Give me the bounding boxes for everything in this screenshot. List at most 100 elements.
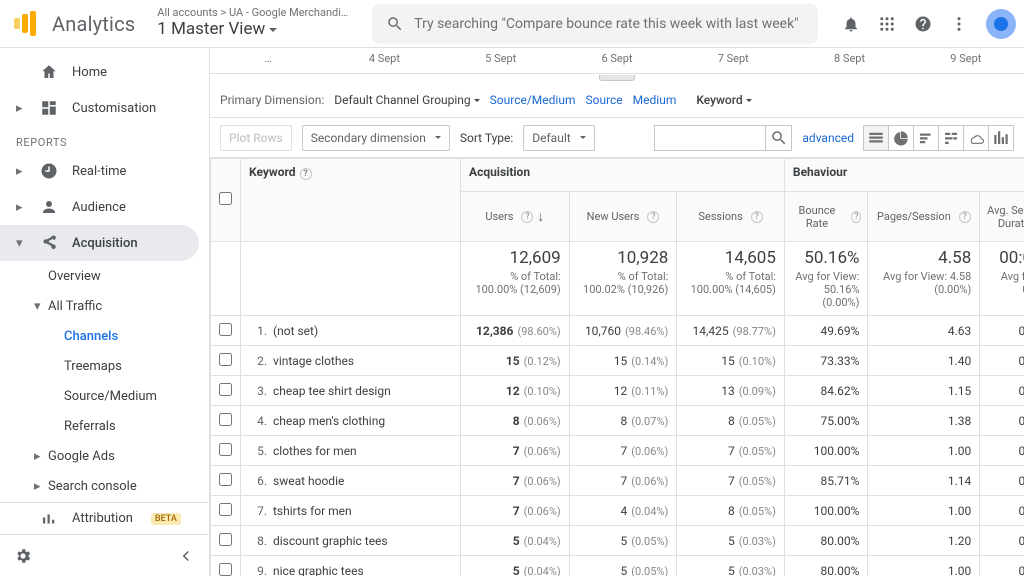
row-checkbox[interactable] — [219, 353, 232, 366]
sidebar-sub-treemap-[interactable]: Treemaps — [0, 351, 209, 381]
sidebar-sub-search console[interactable]: ▸ Search console — [0, 471, 209, 501]
table-search-go[interactable] — [765, 126, 791, 150]
view-pie-icon[interactable] — [888, 125, 914, 151]
total-newusers: 10,928% of Total: 100.02% (10,926) — [569, 242, 677, 316]
search-bar[interactable]: Try searching "Compare bounce rate this … — [372, 4, 818, 44]
person-icon — [40, 198, 58, 216]
search-icon — [770, 129, 788, 147]
table-controls: Plot Rows Secondary dimension Sort Type:… — [210, 118, 1024, 158]
help-icon[interactable]: ? — [959, 211, 971, 223]
cell-bounce: 80.00% — [784, 556, 868, 576]
home-icon — [40, 63, 58, 81]
sidebar-sub--ource-medium[interactable]: Source/Medium — [0, 381, 209, 411]
sidebar-sub-overview[interactable]: Overview — [0, 261, 209, 291]
cell-keyword[interactable]: 5.clothes for men — [241, 436, 461, 466]
account-picker[interactable]: All accounts > UA - Google Merchandi… 1 … — [157, 7, 348, 39]
view-bar-icon[interactable] — [913, 125, 939, 151]
help-icon[interactable]: ? — [521, 211, 533, 223]
cell-dur: 00:00:00 — [980, 556, 1024, 576]
row-checkbox[interactable] — [219, 473, 232, 486]
sidebar-sub-referral-[interactable]: Referrals — [0, 411, 209, 441]
cell-keyword[interactable]: 1.(not set) — [241, 316, 461, 346]
dimension-link-medium[interactable]: Medium — [633, 93, 677, 107]
help-icon[interactable]: ? — [647, 211, 659, 223]
cell-pages: 1.40 — [868, 346, 980, 376]
sidebar-item-acquisition[interactable]: ▾ Acquisition — [0, 225, 199, 261]
view-cloud-icon[interactable] — [963, 125, 989, 151]
secondary-dimension-dropdown[interactable]: Secondary dimension — [302, 125, 450, 151]
view-pivot-icon[interactable] — [988, 125, 1014, 151]
sidebar-item-home[interactable]: Home — [0, 54, 209, 90]
row-checkbox[interactable] — [219, 443, 232, 456]
collapse-icon[interactable] — [177, 547, 195, 565]
cell-keyword[interactable]: 8.discount graphic tees — [241, 526, 461, 556]
more-vert-icon[interactable] — [950, 15, 968, 33]
row-checkbox[interactable] — [219, 383, 232, 396]
dimension-link--ource-medium[interactable]: Source/Medium — [490, 93, 576, 107]
sidebar-item-audience[interactable]: ▸ Audience — [0, 189, 209, 225]
sidebar-item-attribution[interactable]: Attribution BETA — [0, 502, 209, 534]
view-table-icon[interactable] — [863, 125, 889, 151]
dimension-link--ource[interactable]: Source — [585, 93, 622, 107]
cell-dur: 00:00:04 — [980, 526, 1024, 556]
avatar[interactable] — [986, 9, 1016, 39]
cell-keyword[interactable]: 4.cheap men's clothing — [241, 406, 461, 436]
help-icon[interactable]: ? — [300, 168, 312, 180]
table-row: 2.vintage clothes 15(0.12%) 15(0.14%) 15… — [211, 346, 1024, 376]
row-checkbox[interactable] — [219, 533, 232, 546]
col-dur[interactable]: Avg. Session Duration? — [980, 192, 1024, 242]
cell-keyword[interactable]: 6.sweat hoodie — [241, 466, 461, 496]
cell-bounce: 100.00% — [784, 496, 868, 526]
gear-icon[interactable] — [14, 547, 32, 565]
table-row: 6.sweat hoodie 7(0.06%) 7(0.06%) 7(0.05%… — [211, 466, 1024, 496]
col-pages[interactable]: Pages/Session? — [868, 192, 980, 242]
cell-keyword[interactable]: 3.cheap tee shirt design — [241, 376, 461, 406]
sidebar-item-customisation[interactable]: ▸ Customisation — [0, 90, 209, 126]
cell-keyword[interactable]: 7.tshirts for men — [241, 496, 461, 526]
select-all-checkbox[interactable] — [219, 192, 232, 205]
chevron-down-icon — [269, 28, 277, 36]
cell-sessions: 5(0.03%) — [677, 526, 785, 556]
col-sessions[interactable]: Sessions? — [677, 192, 785, 242]
bell-icon[interactable] — [842, 15, 860, 33]
sidebar-item-real-time[interactable]: ▸ Real-time — [0, 153, 209, 189]
apps-icon[interactable] — [878, 15, 896, 33]
cell-pages: 1.00 — [868, 496, 980, 526]
row-checkbox[interactable] — [219, 503, 232, 516]
table-search-input[interactable] — [655, 126, 765, 150]
col-newusers[interactable]: New Users? — [569, 192, 677, 242]
help-icon[interactable] — [914, 15, 932, 33]
primary-dimension-keyword[interactable]: Keyword — [696, 93, 751, 107]
row-checkbox[interactable] — [219, 413, 232, 426]
cell-dur: 00:00:03 — [980, 466, 1024, 496]
view-comparison-icon[interactable] — [938, 125, 964, 151]
sort-type-dropdown[interactable]: Default — [523, 125, 594, 151]
row-checkbox[interactable] — [219, 323, 232, 336]
cell-keyword[interactable]: 9.nice graphic tees — [241, 556, 461, 576]
cell-users: 15(0.12%) — [461, 346, 570, 376]
sidebar-item-label: Attribution — [72, 511, 133, 526]
advanced-link[interactable]: advanced — [802, 131, 854, 145]
cell-pages: 1.38 — [868, 406, 980, 436]
keyword-header[interactable]: Keyword? — [241, 159, 461, 242]
row-checkbox[interactable] — [219, 563, 232, 576]
col-bounce[interactable]: Bounce Rate? — [784, 192, 868, 242]
ga-logo[interactable] — [14, 11, 36, 36]
help-icon[interactable]: ? — [751, 211, 763, 223]
cell-sessions: 8(0.05%) — [677, 496, 785, 526]
cell-newusers: 7(0.06%) — [569, 466, 677, 496]
plot-rows-button: Plot Rows — [220, 125, 292, 151]
axis-tick: 6 Sept — [559, 48, 675, 65]
sidebar-sub-google ads[interactable]: ▸ Google Ads — [0, 441, 209, 471]
chevron-icon: ▸ — [34, 449, 44, 464]
col-users[interactable]: Users?↓ — [461, 192, 570, 242]
primary-dimension-label: Primary Dimension: — [220, 93, 324, 107]
primary-dimension-value[interactable]: Default Channel Grouping — [334, 93, 479, 107]
table-search[interactable] — [654, 125, 792, 151]
sidebar-sub-all traffic[interactable]: ▾ All Traffic — [0, 291, 209, 321]
help-icon[interactable]: ? — [851, 211, 861, 223]
sidebar-sub-channel-[interactable]: Channels — [0, 321, 209, 351]
drag-handle[interactable] — [210, 74, 1024, 82]
cell-keyword[interactable]: 2.vintage clothes — [241, 346, 461, 376]
cell-bounce: 49.69% — [784, 316, 868, 346]
